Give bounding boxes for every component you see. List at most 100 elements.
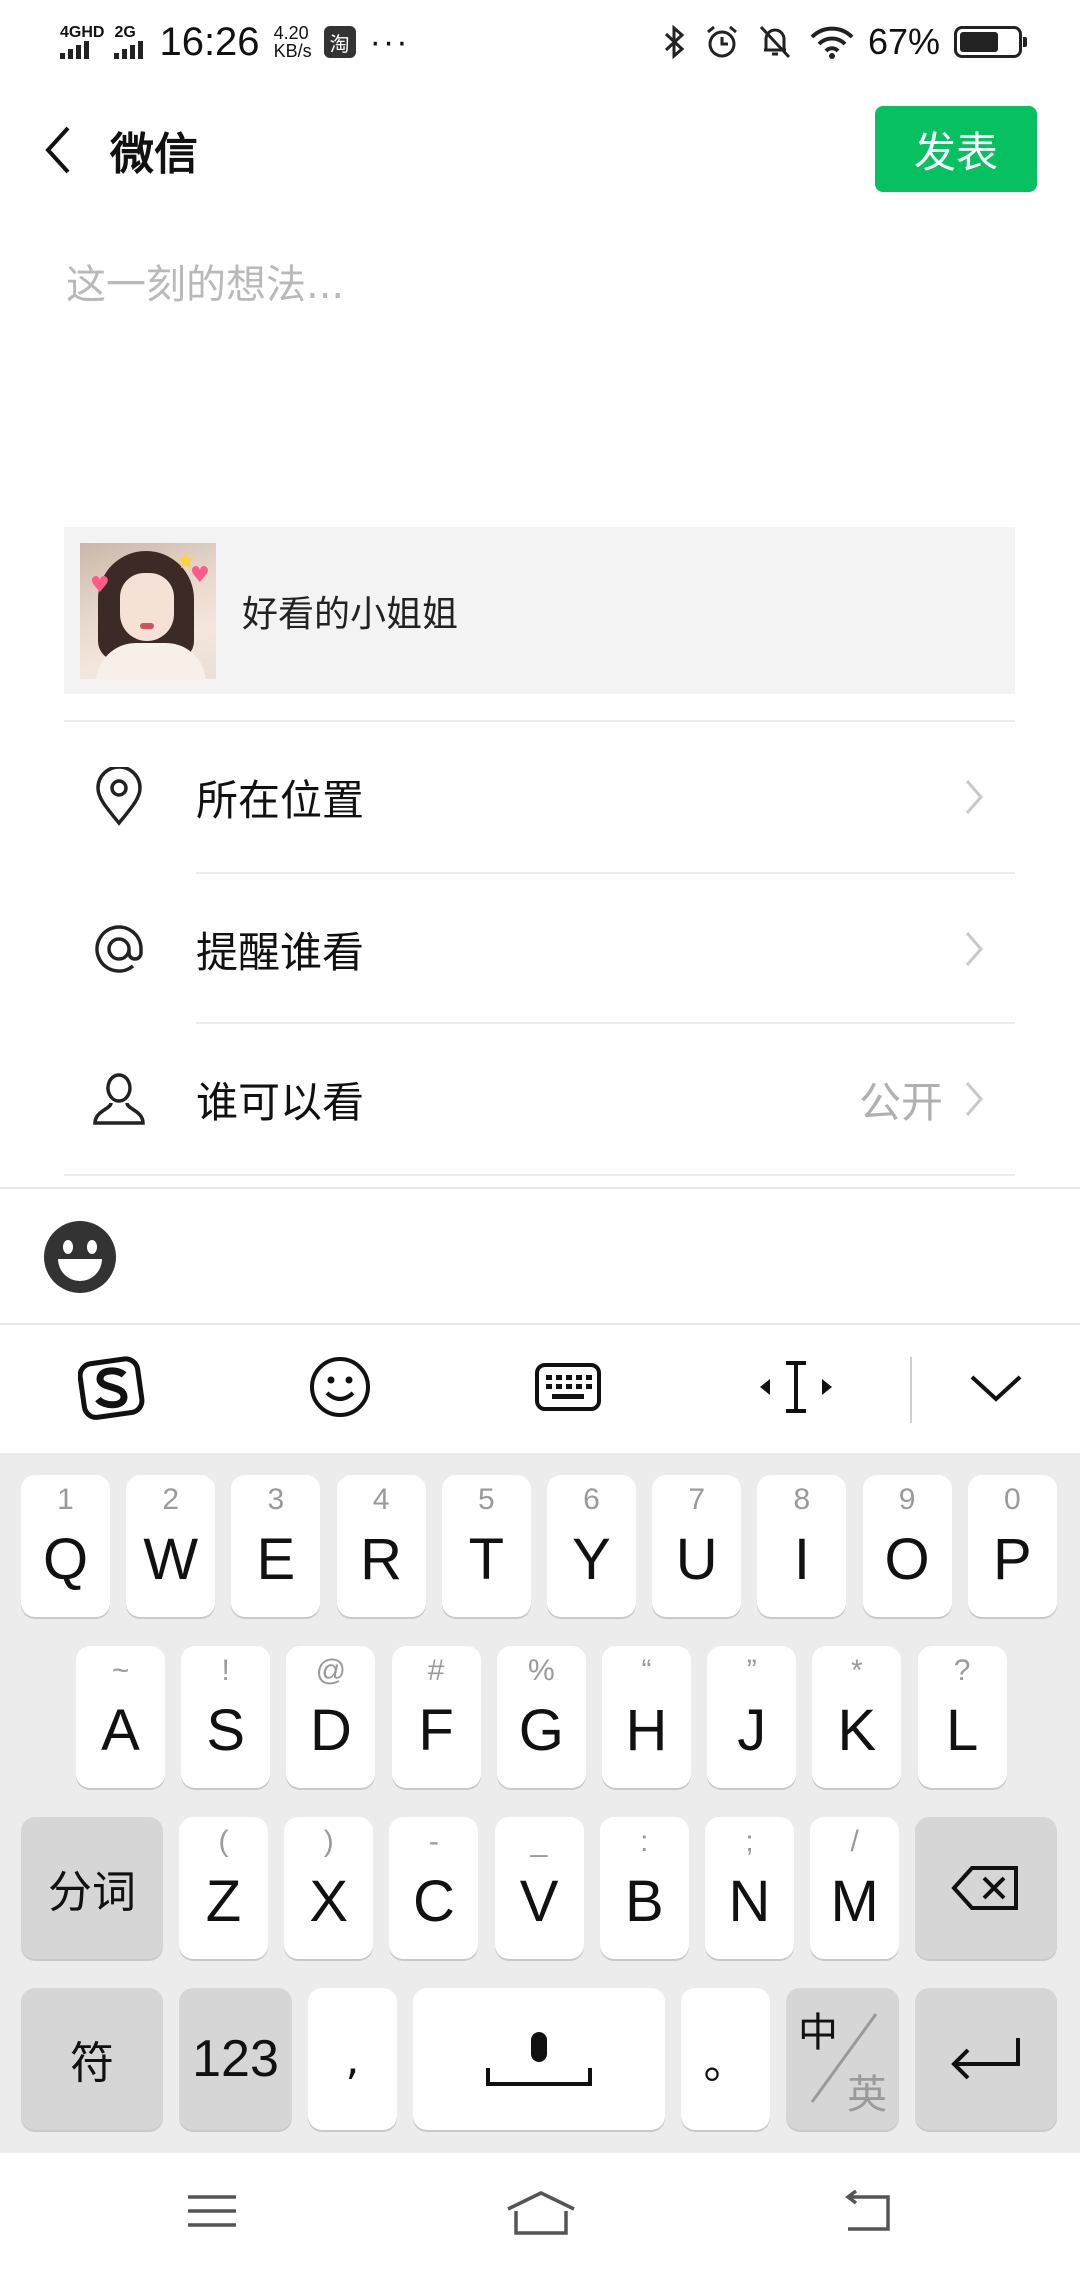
key-hint: % bbox=[527, 1654, 555, 1687]
key-n[interactable]: ; N bbox=[705, 1817, 794, 1959]
key-y[interactable]: 6Y bbox=[547, 1475, 636, 1617]
key-label: S bbox=[206, 1697, 246, 1763]
back-arrow-icon[interactable] bbox=[38, 120, 82, 180]
menu-icon[interactable] bbox=[186, 2189, 238, 2233]
home-icon[interactable] bbox=[504, 2189, 578, 2239]
key-l[interactable]: ? L bbox=[917, 1646, 1007, 1788]
key-label: 符 bbox=[70, 2038, 114, 2089]
key-label: M bbox=[830, 1868, 879, 1934]
key-m[interactable]: / M bbox=[810, 1817, 900, 1959]
option-mention[interactable]: 提醒谁看 bbox=[64, 874, 1015, 1024]
shared-link-thumbnail: ♥ ★ ♥ bbox=[80, 542, 216, 679]
key-z[interactable]: (Z bbox=[179, 1817, 268, 1959]
sogou-logo-icon[interactable] bbox=[78, 1355, 146, 1421]
key-d[interactable]: @ D bbox=[286, 1646, 376, 1788]
segment-key[interactable]: 分词 bbox=[21, 1817, 163, 1959]
key-label: 123 bbox=[192, 2030, 279, 2088]
toolbar-separator bbox=[910, 1357, 912, 1423]
key-r[interactable]: 4R bbox=[336, 1475, 426, 1617]
keyboard-toolbar bbox=[0, 1323, 1080, 1453]
key-label: O bbox=[884, 1526, 930, 1592]
collapse-keyboard-icon[interactable] bbox=[966, 1355, 1026, 1419]
publish-button[interactable]: 发表 bbox=[875, 106, 1037, 192]
key-label: A bbox=[101, 1697, 140, 1763]
moment-text-input[interactable] bbox=[64, 250, 1014, 470]
more-notifications-icon: ··· bbox=[369, 22, 410, 61]
key-hint: ( bbox=[218, 1825, 229, 1858]
key-t[interactable]: 5T bbox=[441, 1475, 531, 1617]
at-icon bbox=[84, 919, 154, 979]
key-hint: ; bbox=[745, 1825, 754, 1858]
network-speed: 4.20 KB/s bbox=[274, 24, 312, 60]
top-app-bar: 微信 发表 bbox=[0, 100, 1080, 200]
emoji-icon[interactable] bbox=[42, 1219, 118, 1295]
speed-unit: KB/s bbox=[273, 41, 312, 61]
key-label: R bbox=[360, 1526, 403, 1592]
key-q[interactable]: 1Q bbox=[21, 1475, 110, 1617]
lang-english-label: 英 bbox=[847, 2072, 887, 2118]
option-label: 所在位置 bbox=[196, 775, 365, 825]
battery-icon bbox=[954, 26, 1027, 58]
keyboard: 1 Q 2 W 3 E 4 R 5 T 6 Y 7 U 8 I 9 O 0 P ~ A! S @ D # F% G “H” J * K? L 分词… bbox=[0, 1453, 1080, 2153]
key-label: X bbox=[309, 1868, 349, 1934]
network-type-label: 2G bbox=[114, 24, 136, 41]
key-hint: * bbox=[851, 1654, 863, 1687]
key-label: Q bbox=[42, 1526, 89, 1592]
key-label: C bbox=[412, 1868, 455, 1934]
key-c[interactable]: -C bbox=[389, 1817, 479, 1959]
symbol-key[interactable]: 符 bbox=[21, 1988, 163, 2130]
smiley-icon[interactable] bbox=[308, 1355, 372, 1419]
key-b[interactable]: :B bbox=[599, 1817, 689, 1959]
clock: 16:26 bbox=[159, 19, 260, 64]
key-v[interactable]: _ V bbox=[494, 1817, 584, 1959]
key-hint: 3 bbox=[267, 1483, 285, 1516]
key-s[interactable]: ! S bbox=[181, 1646, 271, 1788]
key-g[interactable]: % G bbox=[496, 1646, 586, 1788]
keyboard-icon[interactable] bbox=[534, 1355, 602, 1419]
key-label: K bbox=[837, 1697, 877, 1763]
key-label: E bbox=[256, 1526, 296, 1592]
numbers-key[interactable]: 123 bbox=[179, 1988, 292, 2130]
key-u[interactable]: 7U bbox=[652, 1475, 742, 1617]
key-label: Z bbox=[205, 1868, 242, 1934]
key-w[interactable]: 2W bbox=[126, 1475, 216, 1617]
key-hint: ” bbox=[746, 1654, 757, 1687]
key-hint: - bbox=[428, 1825, 439, 1858]
key-e[interactable]: 3E bbox=[231, 1475, 321, 1617]
key-label: L bbox=[945, 1697, 979, 1763]
key-label: , bbox=[345, 2033, 360, 2085]
key-label: N bbox=[728, 1868, 771, 1934]
key-hint: 2 bbox=[162, 1483, 180, 1516]
key-label: J bbox=[737, 1697, 767, 1763]
cursor-move-icon[interactable] bbox=[756, 1355, 836, 1419]
comma-key[interactable]: , bbox=[308, 1988, 397, 2130]
key-p[interactable]: 0P bbox=[967, 1475, 1057, 1617]
back-navigation-icon[interactable] bbox=[840, 2189, 894, 2235]
key-hint: 4 bbox=[372, 1483, 390, 1516]
key-h[interactable]: “H bbox=[602, 1646, 691, 1788]
microphone-icon bbox=[486, 2032, 592, 2086]
key-i[interactable]: 8I bbox=[757, 1475, 847, 1617]
key-hint: 0 bbox=[1003, 1483, 1021, 1516]
key-f[interactable]: # F bbox=[391, 1646, 481, 1788]
key-a[interactable]: ~ A bbox=[76, 1646, 165, 1788]
key-k[interactable]: * K bbox=[812, 1646, 902, 1788]
key-o[interactable]: 9O bbox=[862, 1475, 952, 1617]
enter-key[interactable] bbox=[915, 1988, 1057, 2130]
space-voice-key[interactable] bbox=[413, 1988, 665, 2130]
option-visibility[interactable]: 谁可以看 公开 bbox=[64, 1024, 1015, 1174]
key-hint: : bbox=[640, 1825, 649, 1858]
key-hint: _ bbox=[530, 1825, 548, 1858]
backspace-key[interactable] bbox=[915, 1817, 1057, 1959]
key-x[interactable]: ) X bbox=[284, 1817, 374, 1959]
key-j[interactable]: ” J bbox=[707, 1646, 797, 1788]
option-location[interactable]: 所在位置 bbox=[64, 722, 1015, 872]
period-key[interactable]: 。 bbox=[681, 1988, 770, 2130]
chevron-right-icon bbox=[965, 1082, 983, 1116]
network-type-label: 4GHD bbox=[60, 24, 105, 41]
key-hint: ? bbox=[953, 1654, 971, 1687]
person-icon bbox=[84, 1069, 154, 1129]
language-switch-key[interactable]: 中英 bbox=[786, 1988, 899, 2130]
mute-bell-icon bbox=[758, 24, 792, 60]
shared-link-card[interactable]: ♥ ★ ♥ 好看的小姐姐 bbox=[64, 527, 1015, 694]
